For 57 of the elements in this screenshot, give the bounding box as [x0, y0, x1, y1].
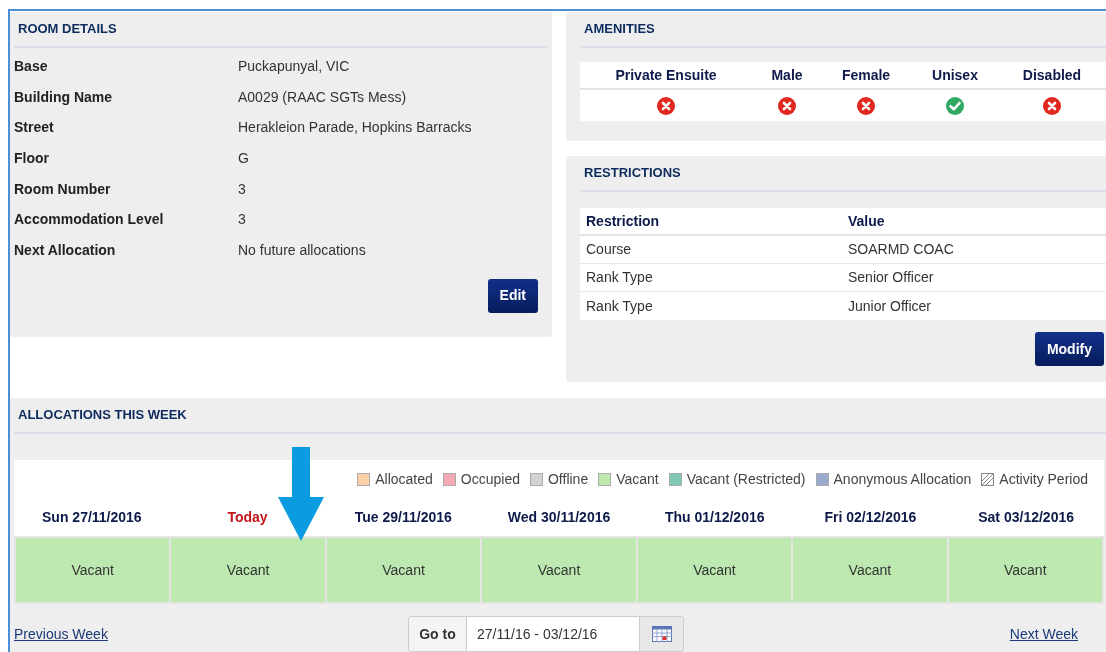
modify-button[interactable]: Modify	[1034, 332, 1104, 366]
day-cell[interactable]: Vacant	[326, 538, 481, 602]
column-header: Unisex	[932, 65, 978, 85]
legend-label: Activity Period	[999, 469, 1088, 489]
field-label: Next Allocation	[14, 241, 117, 261]
panel-title: ALLOCATIONS THIS WEEK	[18, 406, 187, 425]
field-label: Base	[14, 57, 49, 76]
day-cell[interactable]: Vacant	[482, 538, 636, 602]
column-header: Disabled	[1022, 65, 1082, 85]
previous-week-link[interactable]: Previous Week	[14, 623, 214, 645]
field-label: Room Number	[14, 179, 112, 199]
field-value: 3	[238, 210, 246, 230]
column-header: Value	[848, 211, 885, 231]
panel-title: ROOM DETAILS	[18, 20, 117, 39]
table-cell-text: SOARMD COAC	[848, 240, 954, 259]
day-cell[interactable]: Vacant	[637, 538, 792, 602]
field-label: Floor	[14, 149, 50, 169]
panel-title: RESTRICTIONS	[584, 164, 681, 183]
arrow-icon	[278, 447, 324, 541]
field-value: A0029 (RAAC SGTs Mess)	[238, 87, 407, 107]
field-label: Accommodation Level	[14, 210, 165, 230]
day-cell[interactable]: Vacant	[793, 538, 947, 602]
day-header: Thu 01/12/2016	[664, 507, 765, 527]
column-header: Private Ensuite	[615, 65, 717, 85]
column-header: Restriction	[586, 211, 661, 231]
day-cell[interactable]: Vacant	[171, 538, 325, 602]
field-value: Herakleion Parade, Hopkins Barracks	[238, 118, 472, 138]
legend-label: Allocated	[375, 469, 433, 489]
day-header: Wed 30/11/2016	[507, 507, 611, 527]
table-cell-text: Senior Officer	[848, 268, 934, 287]
legend-label: Offline	[548, 469, 589, 489]
field-value: No future allocations	[238, 241, 366, 261]
day-cell[interactable]: Vacant	[948, 538, 1102, 602]
field-value: Puckapunyal, VIC	[238, 57, 350, 76]
column-header: Male	[771, 65, 803, 85]
table-cell-text: Course	[586, 240, 633, 259]
panel-title: AMENITIES	[584, 20, 655, 39]
column-header: Female	[841, 65, 891, 85]
day-header: Fri 02/12/2016	[824, 507, 917, 527]
legend-label: Occupied	[460, 469, 520, 489]
table-cell-text: Rank Type	[586, 268, 654, 287]
day-cell[interactable]: Vacant	[16, 538, 170, 602]
legend-label: Anonymous Allocation	[833, 469, 972, 489]
field-label: Street	[14, 118, 55, 138]
day-header: Sun 27/11/2016	[42, 507, 142, 527]
day-header: Tue 29/11/2016	[354, 507, 452, 527]
legend-label: Vacant (Restricted)	[686, 469, 806, 489]
day-header: Sat 03/12/2016	[978, 507, 1074, 527]
field-value: G	[238, 149, 249, 169]
table-cell-text: Rank Type	[586, 296, 654, 316]
next-week-link[interactable]: Next Week	[878, 623, 1078, 645]
legend-label: Vacant	[616, 469, 659, 489]
field-label: Building Name	[14, 87, 113, 107]
edit-button[interactable]: Edit	[487, 278, 538, 313]
day-header: Today	[227, 507, 268, 527]
table-cell-text: Junior Officer	[848, 296, 931, 316]
field-value: 3	[238, 179, 246, 199]
